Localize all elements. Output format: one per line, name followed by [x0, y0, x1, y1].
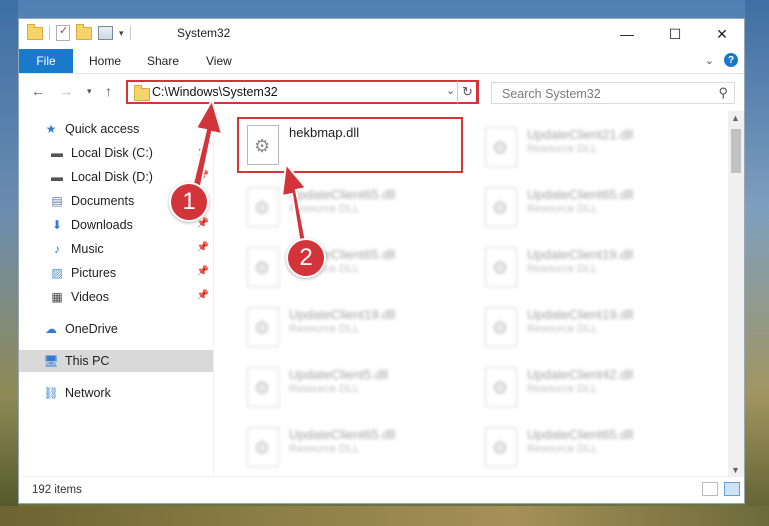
step-badge-2: 2: [286, 238, 326, 278]
arrow-1: [190, 97, 224, 192]
step-badge-1: 1: [169, 182, 209, 222]
arrow-2: [280, 161, 308, 246]
annotation-arrows: [190, 97, 308, 246]
